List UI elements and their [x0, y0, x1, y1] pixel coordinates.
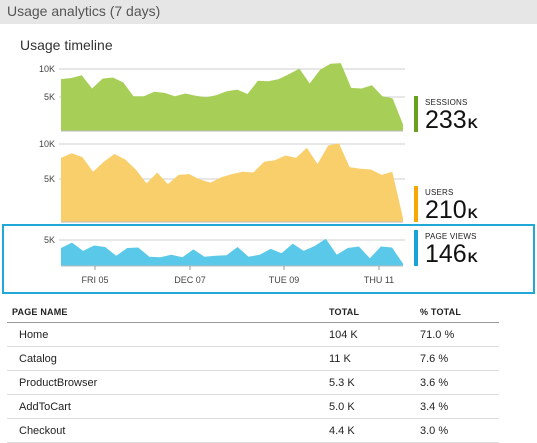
percent-cell: 7.6 % [420, 353, 449, 365]
page-views-color-bar [414, 230, 418, 266]
percent-cell: 3.0 % [420, 425, 449, 437]
page-name-cell: Checkout [19, 425, 66, 437]
table-row[interactable]: ProductBrowser 5.3 K 3.6 % [7, 371, 499, 395]
page-title: Usage analytics (7 days) [7, 3, 161, 19]
x-tick-thu11: THU 11 [364, 275, 394, 285]
page-name-cell: Home [19, 329, 49, 341]
y-tick-label: 5K [44, 92, 55, 102]
total-cell: 4.4 K [329, 425, 355, 437]
x-tick-fri05: FRI 05 [81, 275, 108, 285]
page-name-cell: Catalog [19, 353, 57, 365]
page-views-value: 146K [425, 240, 478, 268]
total-cell: 11 K [329, 353, 351, 365]
sessions-color-bar [414, 96, 418, 132]
total-cell: 5.3 K [329, 377, 355, 389]
table-header: PAGE NAME TOTAL % TOTAL [7, 300, 499, 323]
page-name-cell: AddToCart [19, 401, 71, 413]
page-views-table: PAGE NAME TOTAL % TOTAL Home 104 K 71.0 … [7, 300, 499, 443]
page-name-cell: ProductBrowser [19, 377, 98, 389]
series-area-sessions[interactable] [61, 63, 403, 131]
table-row[interactable]: Home 104 K 71.0 % [7, 323, 499, 347]
total-cell: 104 K [329, 329, 358, 341]
column-header-total[interactable]: TOTAL [329, 307, 359, 317]
column-header-page-name[interactable]: PAGE NAME [12, 307, 68, 317]
sessions-value: 233K [425, 106, 478, 134]
column-header-percent-total[interactable]: % TOTAL [420, 307, 461, 317]
series-area-users[interactable] [61, 143, 403, 222]
y-tick-label: 10K [39, 64, 55, 74]
table-row[interactable]: AddToCart 5.0 K 3.4 % [7, 395, 499, 419]
x-tick-tue09: TUE 09 [269, 275, 300, 285]
blade-header: Usage analytics (7 days) [0, 0, 537, 24]
percent-cell: 3.6 % [420, 377, 449, 389]
percent-cell: 3.4 % [420, 401, 449, 413]
users-color-bar [414, 186, 418, 222]
total-cell: 5.0 K [329, 401, 355, 413]
percent-cell: 71.0 % [420, 329, 455, 341]
series-area-page-views[interactable] [61, 238, 403, 266]
y-tick-label: 5K [44, 235, 55, 245]
y-tick-label: 10K [39, 139, 55, 149]
x-tick-dec07: DEC 07 [174, 275, 206, 285]
y-tick-label: 5K [44, 174, 55, 184]
table-row[interactable]: Checkout 4.4 K 3.0 % [7, 419, 499, 443]
table-row[interactable]: Catalog 11 K 7.6 % [7, 347, 499, 371]
users-value: 210K [425, 196, 478, 224]
